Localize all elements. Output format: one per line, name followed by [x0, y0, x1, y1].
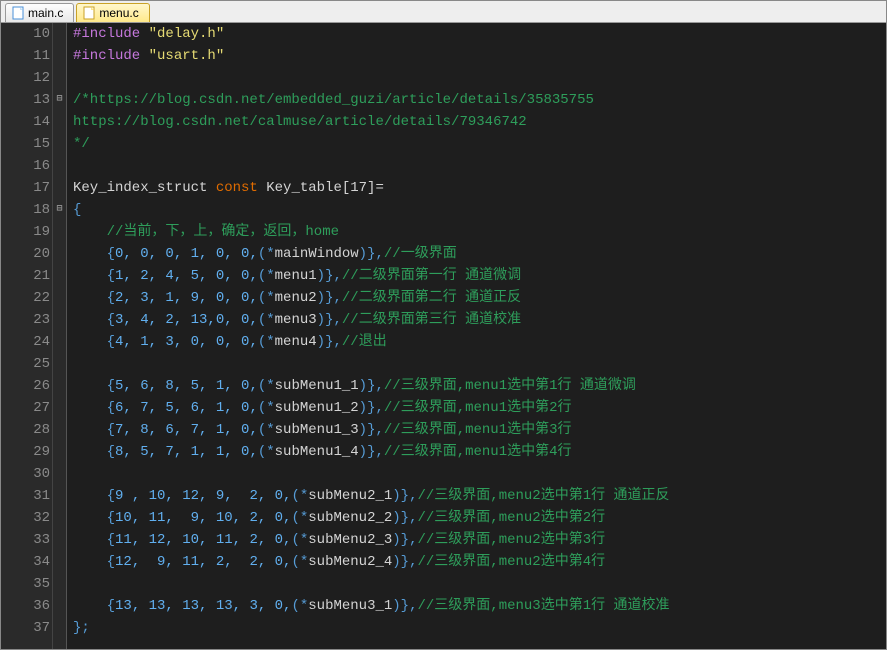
tab-bar: main.c menu.c	[1, 1, 886, 23]
code-editor[interactable]: 1011121314151617181920212223242526272829…	[1, 23, 886, 649]
fold-marker	[53, 617, 66, 639]
code-line[interactable]	[73, 573, 886, 595]
fold-marker	[53, 353, 66, 375]
tab-main-c[interactable]: main.c	[5, 3, 74, 22]
line-number: 20	[1, 243, 50, 265]
fold-marker	[53, 133, 66, 155]
tab-label: menu.c	[99, 6, 138, 20]
line-number: 22	[1, 287, 50, 309]
code-line[interactable]: //当前，下，上，确定，返回，home	[73, 221, 886, 243]
code-line[interactable]: {3, 4, 2, 13,0, 0,(*menu3)},//二级界面第三行 通道…	[73, 309, 886, 331]
line-number: 17	[1, 177, 50, 199]
line-number: 30	[1, 463, 50, 485]
code-line[interactable]: {13, 13, 13, 13, 3, 0,(*subMenu3_1)},//三…	[73, 595, 886, 617]
code-line[interactable]: {7, 8, 6, 7, 1, 0,(*subMenu1_3)},//三级界面,…	[73, 419, 886, 441]
fold-marker	[53, 177, 66, 199]
code-line[interactable]: {	[73, 199, 886, 221]
code-line[interactable]: };	[73, 617, 886, 639]
fold-marker	[53, 485, 66, 507]
fold-marker	[53, 155, 66, 177]
fold-marker	[53, 419, 66, 441]
fold-column: ⊟⊟	[53, 23, 67, 649]
code-line[interactable]: {12, 9, 11, 2, 2, 0,(*subMenu2_4)},//三级界…	[73, 551, 886, 573]
line-number: 31	[1, 485, 50, 507]
fold-marker	[53, 243, 66, 265]
fold-marker	[53, 221, 66, 243]
line-number: 14	[1, 111, 50, 133]
fold-marker	[53, 331, 66, 353]
fold-marker[interactable]: ⊟	[53, 89, 66, 111]
fold-marker	[53, 397, 66, 419]
line-number: 15	[1, 133, 50, 155]
line-number: 19	[1, 221, 50, 243]
line-number: 16	[1, 155, 50, 177]
line-number: 25	[1, 353, 50, 375]
line-number: 32	[1, 507, 50, 529]
code-line[interactable]: Key_index_struct const Key_table[17]=	[73, 177, 886, 199]
fold-marker	[53, 111, 66, 133]
line-number: 36	[1, 595, 50, 617]
code-line[interactable]	[73, 353, 886, 375]
code-area[interactable]: #include "delay.h"#include "usart.h" /*h…	[67, 23, 886, 649]
code-line[interactable]	[73, 463, 886, 485]
line-number: 13	[1, 89, 50, 111]
fold-marker	[53, 23, 66, 45]
fold-marker	[53, 595, 66, 617]
tab-menu-c[interactable]: menu.c	[76, 3, 149, 22]
fold-marker[interactable]: ⊟	[53, 199, 66, 221]
fold-marker	[53, 67, 66, 89]
line-number: 27	[1, 397, 50, 419]
tab-label: main.c	[28, 6, 63, 20]
code-line[interactable]: https://blog.csdn.net/calmuse/article/de…	[73, 111, 886, 133]
line-number-gutter: 1011121314151617181920212223242526272829…	[1, 23, 53, 649]
fold-marker	[53, 463, 66, 485]
code-line[interactable]: */	[73, 133, 886, 155]
line-number: 35	[1, 573, 50, 595]
line-number: 18	[1, 199, 50, 221]
code-line[interactable]: {2, 3, 1, 9, 0, 0,(*menu2)},//二级界面第二行 通道…	[73, 287, 886, 309]
line-number: 24	[1, 331, 50, 353]
code-line[interactable]	[73, 155, 886, 177]
fold-marker	[53, 45, 66, 67]
file-icon	[12, 6, 24, 20]
fold-marker	[53, 309, 66, 331]
fold-marker	[53, 529, 66, 551]
code-line[interactable]: /*https://blog.csdn.net/embedded_guzi/ar…	[73, 89, 886, 111]
fold-marker	[53, 287, 66, 309]
line-number: 29	[1, 441, 50, 463]
file-icon	[83, 6, 95, 20]
line-number: 23	[1, 309, 50, 331]
line-number: 11	[1, 45, 50, 67]
code-line[interactable]: {9 , 10, 12, 9, 2, 0,(*subMenu2_1)},//三级…	[73, 485, 886, 507]
fold-marker	[53, 265, 66, 287]
fold-marker	[53, 573, 66, 595]
code-line[interactable]: {1, 2, 4, 5, 0, 0,(*menu1)},//二级界面第一行 通道…	[73, 265, 886, 287]
line-number: 21	[1, 265, 50, 287]
line-number: 34	[1, 551, 50, 573]
code-line[interactable]	[73, 67, 886, 89]
line-number: 37	[1, 617, 50, 639]
line-number: 33	[1, 529, 50, 551]
fold-marker	[53, 441, 66, 463]
line-number: 10	[1, 23, 50, 45]
line-number: 12	[1, 67, 50, 89]
fold-marker	[53, 551, 66, 573]
code-line[interactable]: #include "delay.h"	[73, 23, 886, 45]
code-line[interactable]: {8, 5, 7, 1, 1, 0,(*subMenu1_4)},//三级界面,…	[73, 441, 886, 463]
fold-marker	[53, 507, 66, 529]
code-line[interactable]: {0, 0, 0, 1, 0, 0,(*mainWindow)},//一级界面	[73, 243, 886, 265]
code-line[interactable]: {5, 6, 8, 5, 1, 0,(*subMenu1_1)},//三级界面,…	[73, 375, 886, 397]
line-number: 26	[1, 375, 50, 397]
code-line[interactable]: {10, 11, 9, 10, 2, 0,(*subMenu2_2)},//三级…	[73, 507, 886, 529]
code-line[interactable]: {11, 12, 10, 11, 2, 0,(*subMenu2_3)},//三…	[73, 529, 886, 551]
code-line[interactable]: {4, 1, 3, 0, 0, 0,(*menu4)},//退出	[73, 331, 886, 353]
code-line[interactable]: #include "usart.h"	[73, 45, 886, 67]
fold-marker	[53, 375, 66, 397]
code-line[interactable]: {6, 7, 5, 6, 1, 0,(*subMenu1_2)},//三级界面,…	[73, 397, 886, 419]
line-number: 28	[1, 419, 50, 441]
